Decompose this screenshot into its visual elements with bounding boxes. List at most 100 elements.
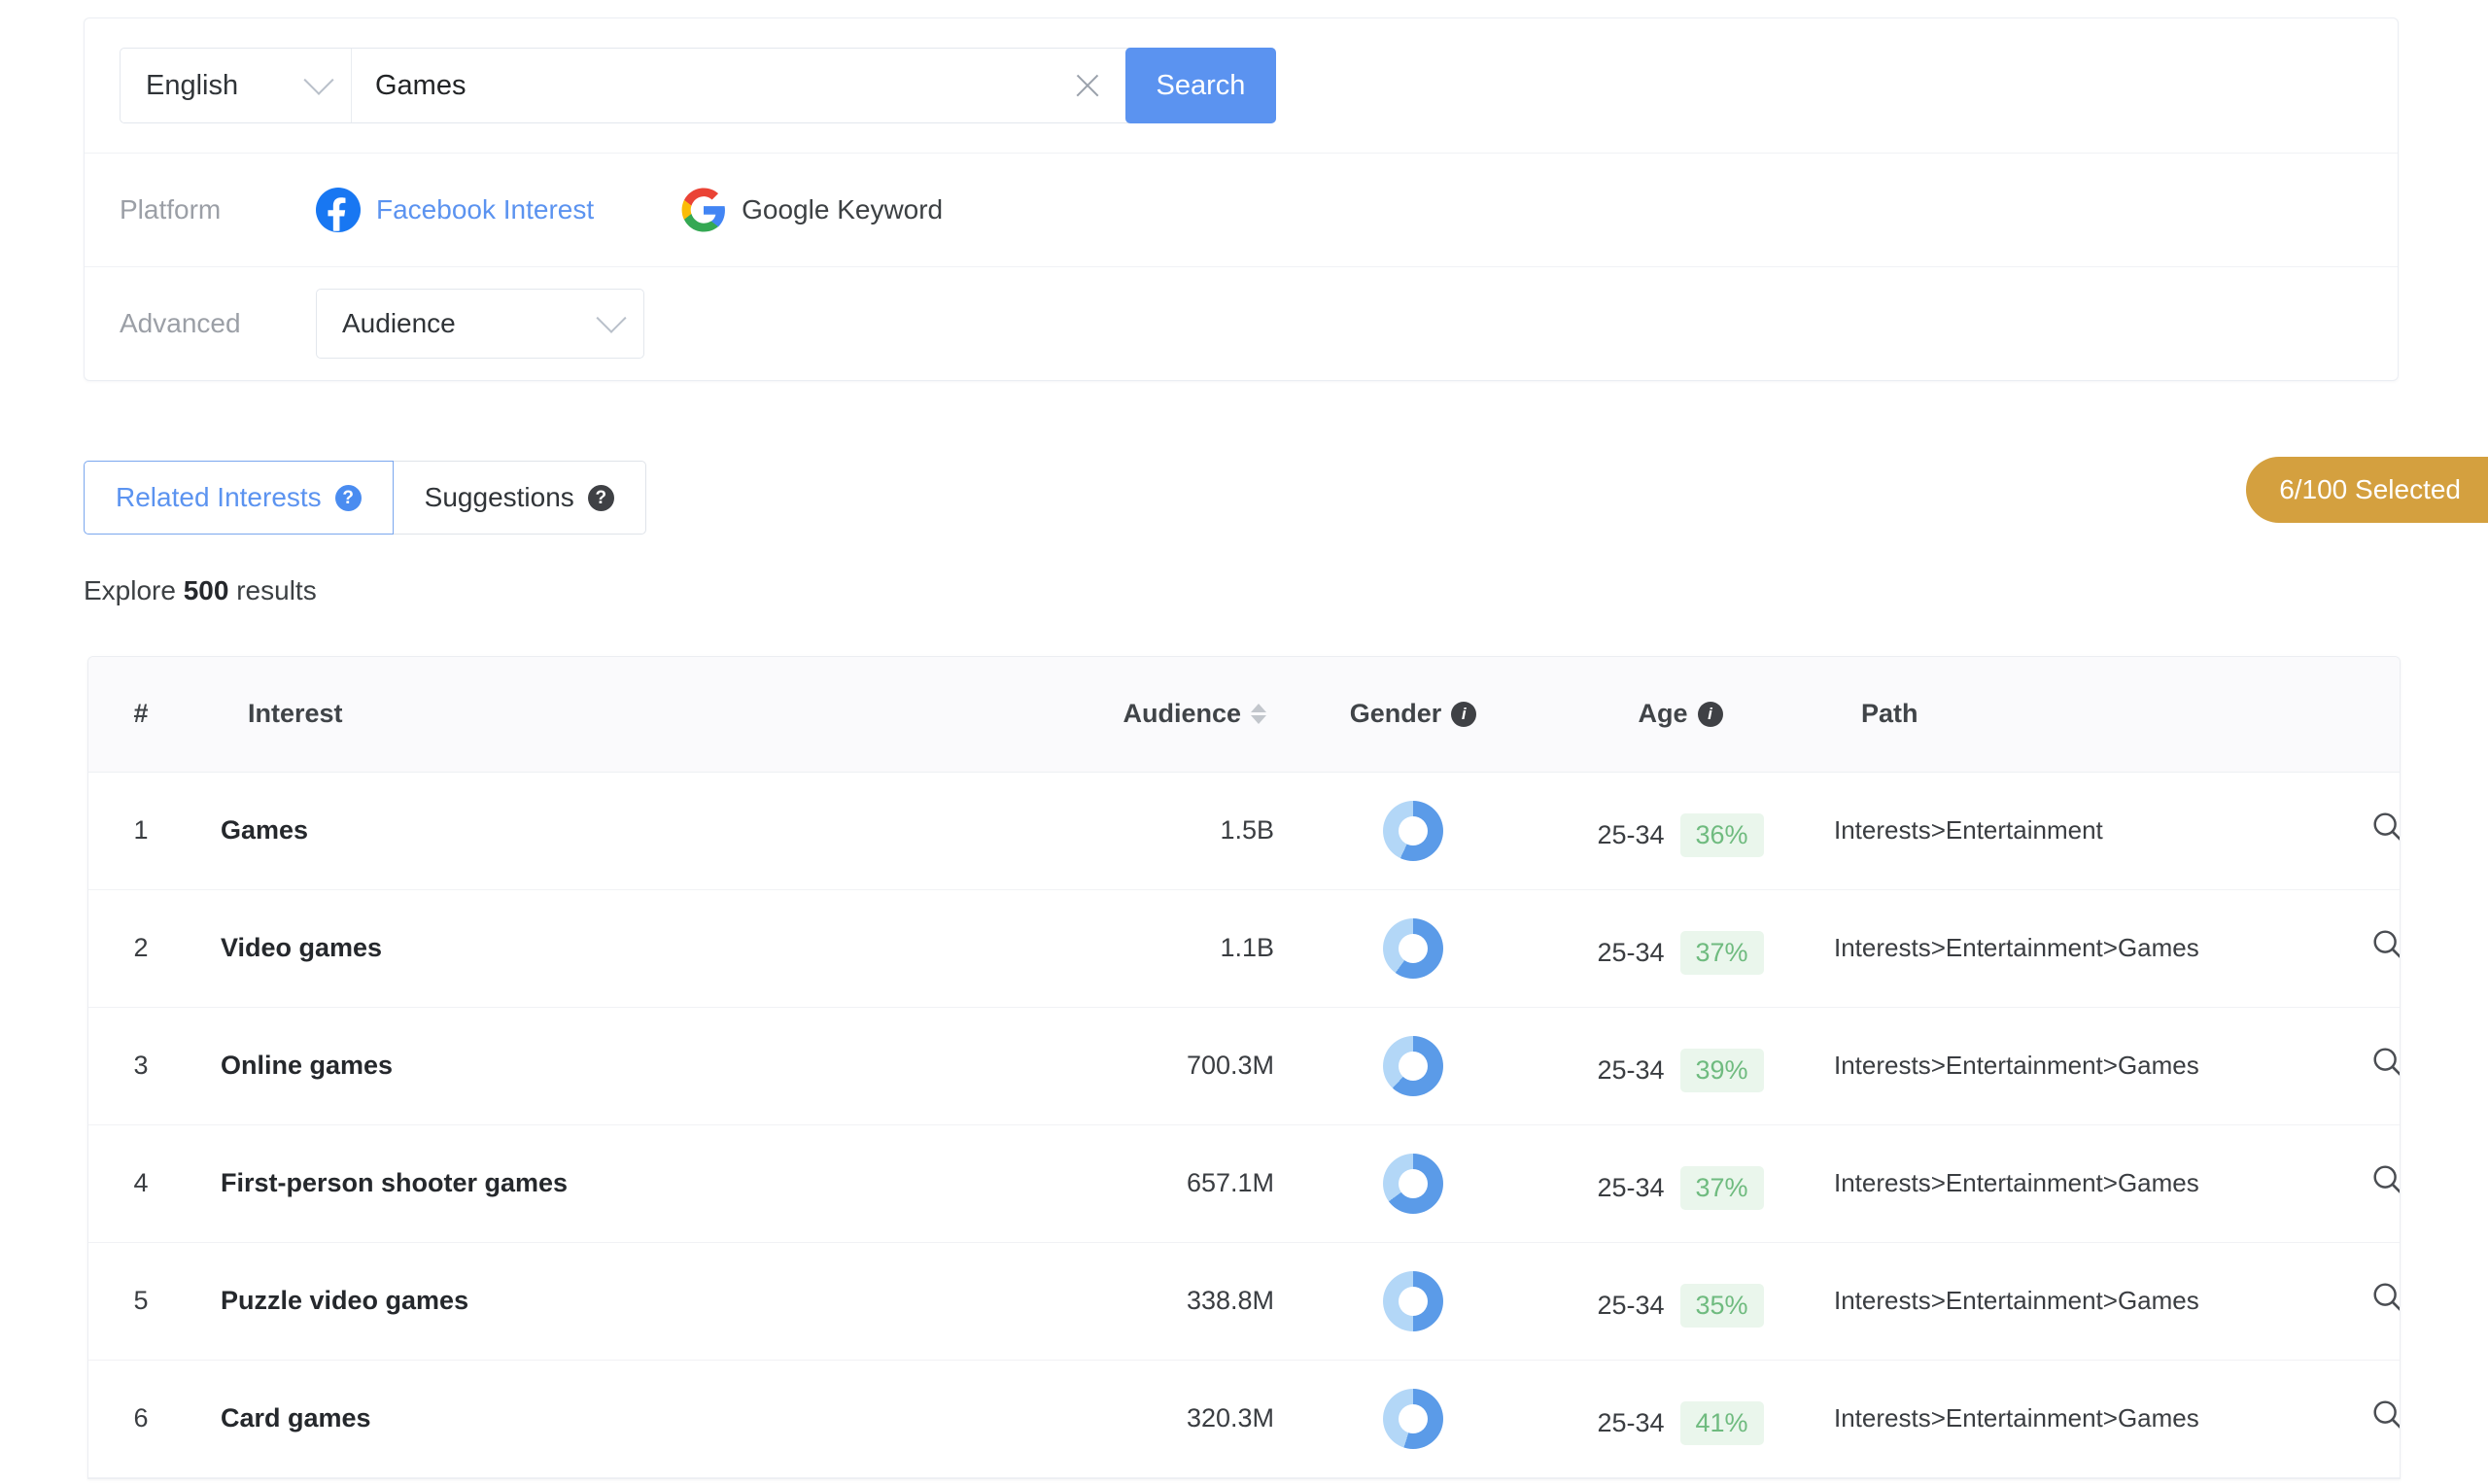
header-path: Path xyxy=(1816,657,2293,773)
cell-age: 25-34 37% xyxy=(1544,1124,1816,1243)
interest-name: Online games xyxy=(221,1051,394,1080)
magnifier-icon[interactable] xyxy=(2369,926,2400,970)
result-tabs: Related Interests ? Suggestions ? xyxy=(84,461,646,535)
results-table: # Interest Audience Gender i Age i Path … xyxy=(88,657,2400,1478)
interest-name: Games xyxy=(221,815,309,845)
header-path-inner: Path xyxy=(1834,699,2293,729)
advanced-select[interactable]: Audience xyxy=(316,289,644,359)
age-range: 25-34 xyxy=(1597,938,1665,967)
info-icon[interactable]: i xyxy=(1697,701,1723,727)
page-root: English Search Platform xyxy=(0,0,2488,1484)
results-table-head: # Interest Audience Gender i Age i Path xyxy=(88,657,2400,773)
table-row[interactable]: 4 First-person shooter games 657.1M 25-34 37… xyxy=(88,1124,2400,1243)
gender-donut-chart xyxy=(1383,800,1443,861)
header-audience-label: Audience xyxy=(1123,699,1241,729)
path-value: Interests>Entertainment>Games xyxy=(1834,1403,2199,1432)
info-icon[interactable]: i xyxy=(1451,701,1477,727)
header-path-label: Path xyxy=(1861,699,1918,729)
platform-facebook-interest[interactable]: Facebook Interest xyxy=(316,188,594,232)
audience-value: 320.3M xyxy=(1186,1403,1274,1432)
language-select[interactable]: English xyxy=(121,49,352,122)
age-range: 25-34 xyxy=(1597,1055,1665,1085)
header-num-label: # xyxy=(133,699,149,729)
magnifier-icon[interactable] xyxy=(2369,1279,2400,1323)
cell-operation: AD xyxy=(2293,1242,2400,1361)
clear-icon[interactable] xyxy=(1063,61,1112,110)
cell-operation: AD xyxy=(2293,889,2400,1008)
table-row[interactable]: 6 Card games 320.3M 25-34 41% Interests>Enter… xyxy=(88,1360,2400,1478)
platform-google-keyword[interactable]: Google Keyword xyxy=(681,188,943,232)
row-index: 6 xyxy=(133,1403,149,1432)
header-age: Age i xyxy=(1544,657,1816,773)
magnifier-icon[interactable] xyxy=(2369,809,2400,852)
table-row[interactable]: 5 Puzzle video games 338.8M 25-34 35% Interes… xyxy=(88,1242,2400,1361)
cell-gender xyxy=(1282,889,1544,1008)
operation-group: AD xyxy=(2293,1396,2400,1441)
age-percent-badge: 41% xyxy=(1679,1401,1764,1445)
gender-donut-chart xyxy=(1383,1388,1443,1449)
cell-age: 25-34 39% xyxy=(1544,1007,1816,1125)
age-range: 25-34 xyxy=(1597,1408,1665,1437)
age-percent-badge: 39% xyxy=(1679,1049,1764,1092)
magnifier-icon[interactable] xyxy=(2369,1161,2400,1205)
search-button[interactable]: Search xyxy=(1125,48,1276,123)
search-input[interactable] xyxy=(375,69,1063,102)
cell-num: 3 xyxy=(88,1007,193,1125)
advanced-row: Advanced Audience xyxy=(85,267,2398,380)
operation-group: AD xyxy=(2293,1160,2400,1206)
header-interest: Interest xyxy=(193,657,942,773)
age-group: 25-34 37% xyxy=(1544,1156,1816,1210)
search-combo: English Search xyxy=(120,48,1276,123)
gender-donut-chart xyxy=(1383,1035,1443,1096)
help-icon[interactable]: ? xyxy=(334,484,362,511)
path-value: Interests>Entertainment xyxy=(1834,815,2103,845)
header-num-inner: # xyxy=(88,699,193,729)
cell-path: Interests>Entertainment>Games xyxy=(1816,1242,2293,1361)
cell-gender xyxy=(1282,1360,1544,1478)
results-summary: Explore 500 results xyxy=(84,575,317,606)
path-value: Interests>Entertainment>Games xyxy=(1834,1286,2199,1315)
chevron-down-icon xyxy=(596,302,627,333)
table-row[interactable]: 3 Online games 700.3M 25-34 39% Interests>Ent… xyxy=(88,1007,2400,1125)
explore-suffix: results xyxy=(236,575,317,605)
header-gender-inner: Gender i xyxy=(1282,699,1544,729)
header-audience[interactable]: Audience xyxy=(942,657,1282,773)
age-range: 25-34 xyxy=(1597,1173,1665,1202)
age-group: 25-34 36% xyxy=(1544,804,1816,857)
cell-age: 25-34 41% xyxy=(1544,1360,1816,1478)
table-header-row: # Interest Audience Gender i Age i Path xyxy=(88,657,2400,773)
selected-count-badge[interactable]: 6/100 Selected xyxy=(2246,457,2488,523)
cell-num: 5 xyxy=(88,1242,193,1361)
header-interest-label: Interest xyxy=(248,699,343,729)
language-value: English xyxy=(146,69,239,101)
table-row[interactable]: 1 Games 1.5B 25-34 36% Interests>Entertainmen… xyxy=(88,772,2400,890)
results-table-card: # Interest Audience Gender i Age i Path … xyxy=(87,656,2401,1479)
sort-icon[interactable] xyxy=(1251,704,1266,725)
google-icon xyxy=(681,188,726,232)
cell-interest: Video games xyxy=(193,889,942,1008)
help-icon[interactable]: ? xyxy=(587,484,614,511)
audience-value: 700.3M xyxy=(1186,1051,1274,1080)
cell-path: Interests>Entertainment xyxy=(1816,772,2293,890)
header-operation-inner: Operation xyxy=(2293,699,2400,729)
cell-operation: AD xyxy=(2293,1124,2400,1243)
age-group: 25-34 39% xyxy=(1544,1039,1816,1092)
cell-interest: First-person shooter games xyxy=(193,1124,942,1243)
age-percent-badge: 36% xyxy=(1679,813,1764,857)
table-row[interactable]: 2 Video games 1.1B 25-34 37% Interests>Entert… xyxy=(88,889,2400,1008)
platform-row: Platform Facebook Interest Google Keywor… xyxy=(85,154,2398,266)
tab-suggestions[interactable]: Suggestions ? xyxy=(393,461,646,535)
tab-suggestions-label: Suggestions xyxy=(424,482,574,512)
chevron-down-icon xyxy=(303,64,334,95)
row-index: 2 xyxy=(133,933,149,962)
header-gender-label: Gender xyxy=(1349,699,1442,729)
interest-name: First-person shooter games xyxy=(221,1168,569,1197)
advanced-value: Audience xyxy=(342,308,456,338)
magnifier-icon[interactable] xyxy=(2369,1397,2400,1440)
header-age-label: Age xyxy=(1638,699,1688,729)
path-value: Interests>Entertainment>Games xyxy=(1834,1168,2199,1197)
tab-related-interests[interactable]: Related Interests ? xyxy=(84,461,394,535)
gender-donut-chart xyxy=(1383,917,1443,979)
audience-value: 1.5B xyxy=(1220,815,1274,845)
magnifier-icon[interactable] xyxy=(2369,1044,2400,1087)
